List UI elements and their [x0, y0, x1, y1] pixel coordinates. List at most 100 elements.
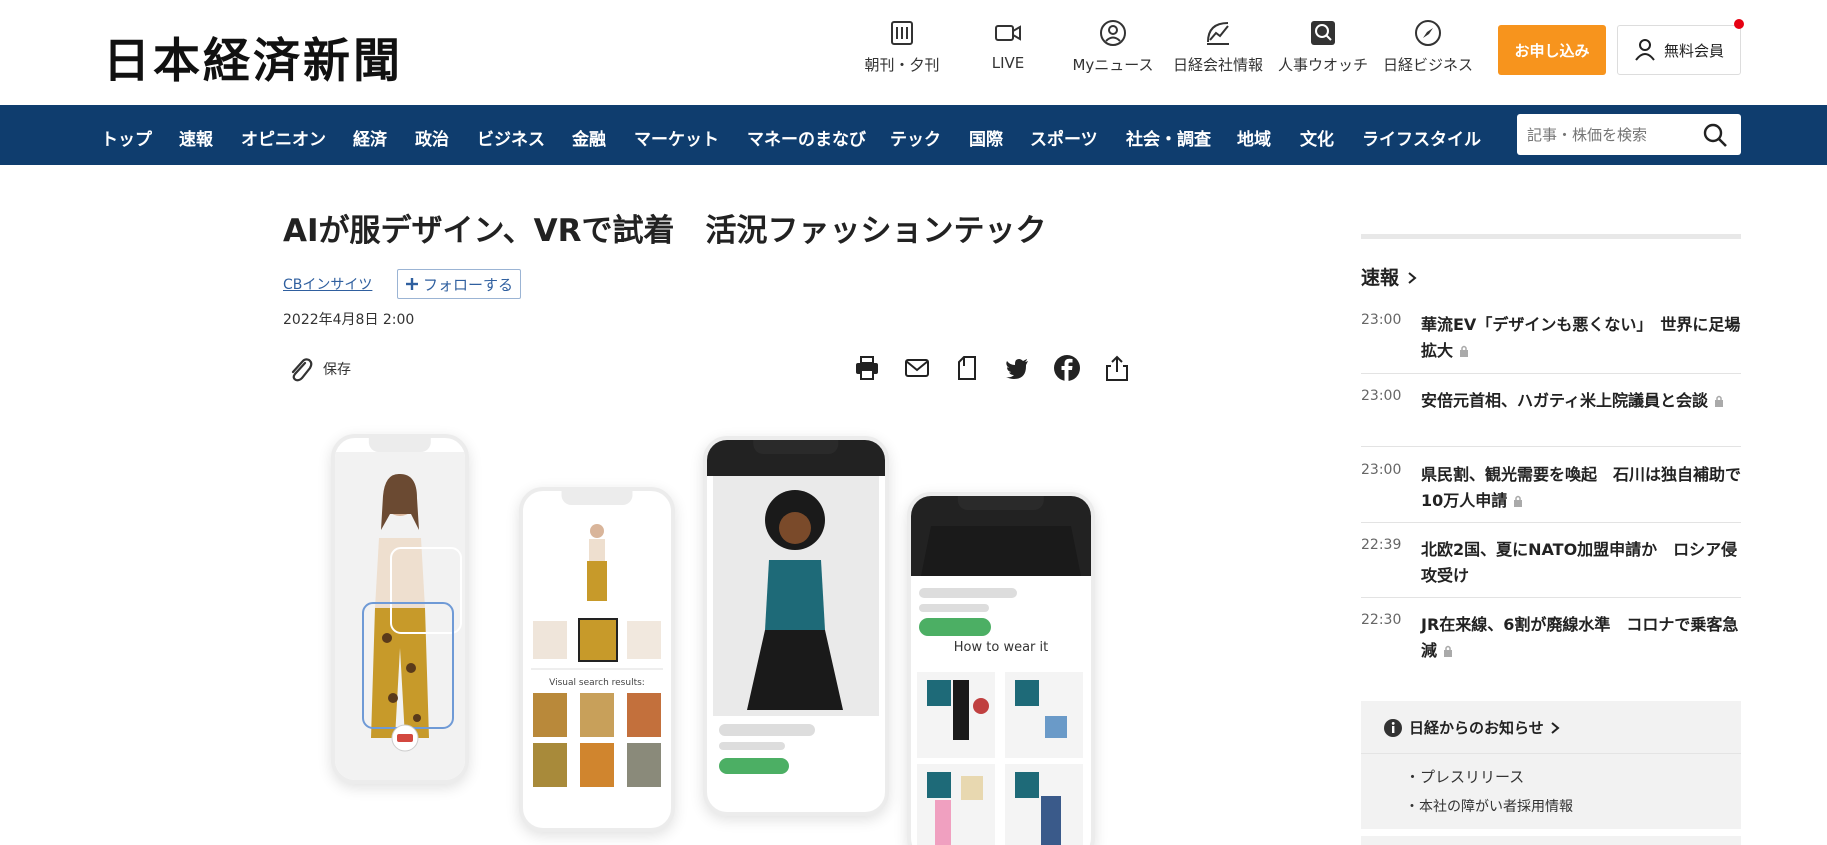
phone-mockup-outfits: How to wear it	[907, 492, 1095, 845]
notice-divider	[1361, 753, 1741, 754]
save-label: 保存	[323, 362, 351, 378]
free-member-button[interactable]: 無料会員	[1617, 25, 1741, 75]
nikkei-business-link[interactable]: 日経ビジネス	[1378, 18, 1478, 75]
recruitment-info-label: 本社の障がい者採用情報	[1419, 799, 1573, 815]
twitter-icon[interactable]	[1003, 354, 1031, 382]
lock-icon	[1460, 345, 1469, 357]
nikkei-business-label: 日経ビジネス	[1382, 56, 1473, 74]
save-button[interactable]: 保存	[287, 355, 351, 383]
chart-trend-icon	[1207, 22, 1229, 45]
nav-item-society[interactable]: 社会・調査	[1126, 125, 1211, 150]
news-item[interactable]: 23:00 安倍元首相、ハガティ米上院議員と会談	[1361, 388, 1741, 447]
apply-button[interactable]: お申し込み	[1498, 25, 1606, 75]
nav-item-money[interactable]: マネーのまなび	[747, 125, 866, 150]
company-info-label: 日経会社情報	[1172, 56, 1263, 74]
news-headline: 北欧2国、夏にNATO加盟申請か ロシア侵攻受け	[1421, 540, 1738, 585]
news-time: 23:00	[1361, 312, 1402, 328]
sidebar-next-box	[1361, 836, 1741, 845]
product-screen	[707, 440, 885, 774]
nav-item-business[interactable]: ビジネス	[477, 125, 545, 150]
free-member-label: 無料会員	[1663, 41, 1724, 60]
paperclip-icon	[291, 358, 313, 382]
news-item[interactable]: 22:30 JR在来線、6割が廃線水準 コロナで乗客急減	[1361, 612, 1741, 672]
nav-item-lifestyle[interactable]: ライフスタイル	[1362, 125, 1481, 150]
nav-item-opinion[interactable]: オピニオン	[241, 125, 326, 150]
newspaper-icon	[891, 21, 913, 45]
news-headline: JR在来線、6割が廃線水準 コロナで乗客急減	[1421, 615, 1739, 660]
print-icon[interactable]	[853, 354, 881, 382]
magnifier-box-icon	[1311, 21, 1335, 45]
bookmark-icon[interactable]	[953, 354, 981, 382]
follow-label: フォローする	[422, 275, 513, 294]
search-box	[1517, 114, 1741, 155]
nav-item-culture[interactable]: 文化	[1300, 125, 1334, 150]
nav-item-breaking[interactable]: 速報	[179, 125, 213, 150]
share-icon[interactable]	[1103, 354, 1131, 382]
news-time: 23:00	[1361, 462, 1402, 478]
outfit-screen	[911, 496, 1091, 845]
nav-item-politics[interactable]: 政治	[415, 125, 449, 150]
news-headline: 安倍元首相、ハガティ米上院議員と会談	[1421, 391, 1709, 410]
morning-evening-edition-link[interactable]: 朝刊・夕刊	[852, 18, 952, 75]
nav-item-regional[interactable]: 地域	[1237, 125, 1271, 150]
news-time: 22:30	[1361, 612, 1402, 628]
breaking-news-label: 速報	[1361, 267, 1400, 289]
main-nav: トップ 速報 オピニオン 経済 政治 ビジネス 金融 マーケット マネーのまなび…	[0, 105, 1827, 165]
personnel-watch-link[interactable]: 人事ウオッチ	[1273, 18, 1373, 75]
notice-title: 日経からのお知らせ	[1409, 719, 1544, 737]
nav-item-economy[interactable]: 経済	[353, 125, 387, 150]
compass-icon	[1415, 20, 1441, 46]
notice-heading[interactable]: 日経からのお知らせ	[1383, 717, 1560, 738]
news-item[interactable]: 22:39 北欧2国、夏にNATO加盟申請か ロシア侵攻受け	[1361, 537, 1741, 598]
mail-icon[interactable]	[903, 354, 931, 382]
search-icon[interactable]	[1701, 121, 1729, 149]
nikkei-notice-box: 日経からのお知らせ ・プレスリリース ・本社の障がい者採用情報	[1361, 701, 1741, 829]
nav-item-market[interactable]: マーケット	[634, 125, 719, 150]
nav-item-finance[interactable]: 金融	[572, 125, 606, 150]
company-info-link[interactable]: 日経会社情報	[1168, 18, 1268, 75]
sidebar-rule	[1361, 234, 1741, 239]
facebook-icon[interactable]	[1053, 354, 1081, 382]
lock-icon	[1514, 495, 1523, 507]
news-item[interactable]: 23:00 華流EV「デザインも悪くない」 世界に足場拡大	[1361, 312, 1741, 374]
my-news-link[interactable]: Myニュース	[1063, 18, 1163, 75]
morning-evening-edition-label: 朝刊・夕刊	[864, 56, 940, 74]
nav-item-tech[interactable]: テック	[890, 125, 941, 150]
nav-item-top[interactable]: トップ	[101, 125, 152, 150]
breaking-news-heading[interactable]: 速報	[1361, 263, 1418, 290]
phone-mockup-visual-search: Visual search results:	[519, 487, 675, 832]
lock-icon	[1715, 395, 1724, 407]
notification-dot	[1734, 19, 1744, 29]
chevron-right-icon	[1408, 272, 1417, 284]
search-input[interactable]	[1527, 124, 1697, 146]
author-link[interactable]: CBインサイツ	[283, 274, 372, 294]
user-circle-icon	[1100, 20, 1126, 46]
visual-search-screen	[531, 524, 663, 787]
info-icon	[1384, 718, 1402, 737]
news-time: 23:00	[1361, 388, 1402, 404]
how-to-wear-label: How to wear it	[953, 640, 1049, 655]
site-logo[interactable]: 日本経済新聞	[103, 22, 403, 91]
model-photo	[335, 452, 465, 780]
recruitment-info-link[interactable]: ・本社の障がい者採用情報	[1405, 796, 1573, 816]
article-hero-image: Visual search results: How to wear it	[283, 410, 1135, 845]
phone-mockup-product	[703, 436, 889, 816]
live-label: LIVE	[991, 54, 1025, 72]
article-date: 2022年4月8日 2:00	[283, 312, 415, 328]
visual-search-label: Visual search results:	[549, 678, 645, 688]
news-item[interactable]: 23:00 県民割、観光需要を喚起 石川は独自補助で10万人申請	[1361, 462, 1741, 523]
press-release-link[interactable]: ・プレスリリース	[1405, 766, 1524, 787]
video-camera-icon	[995, 25, 1021, 41]
news-time: 22:39	[1361, 537, 1402, 553]
plus-icon	[405, 278, 418, 290]
live-link[interactable]: LIVE	[958, 18, 1058, 72]
press-release-label: プレスリリース	[1420, 768, 1525, 786]
phone-mockup-ar-tryon	[331, 434, 469, 784]
lock-icon	[1444, 645, 1453, 657]
follow-button[interactable]: フォローする	[397, 269, 521, 299]
person-icon	[1635, 39, 1655, 61]
personnel-watch-label: 人事ウオッチ	[1277, 56, 1368, 74]
nav-item-sports[interactable]: スポーツ	[1030, 125, 1098, 150]
nav-item-international[interactable]: 国際	[969, 125, 1003, 150]
chevron-right-icon	[1551, 721, 1560, 734]
